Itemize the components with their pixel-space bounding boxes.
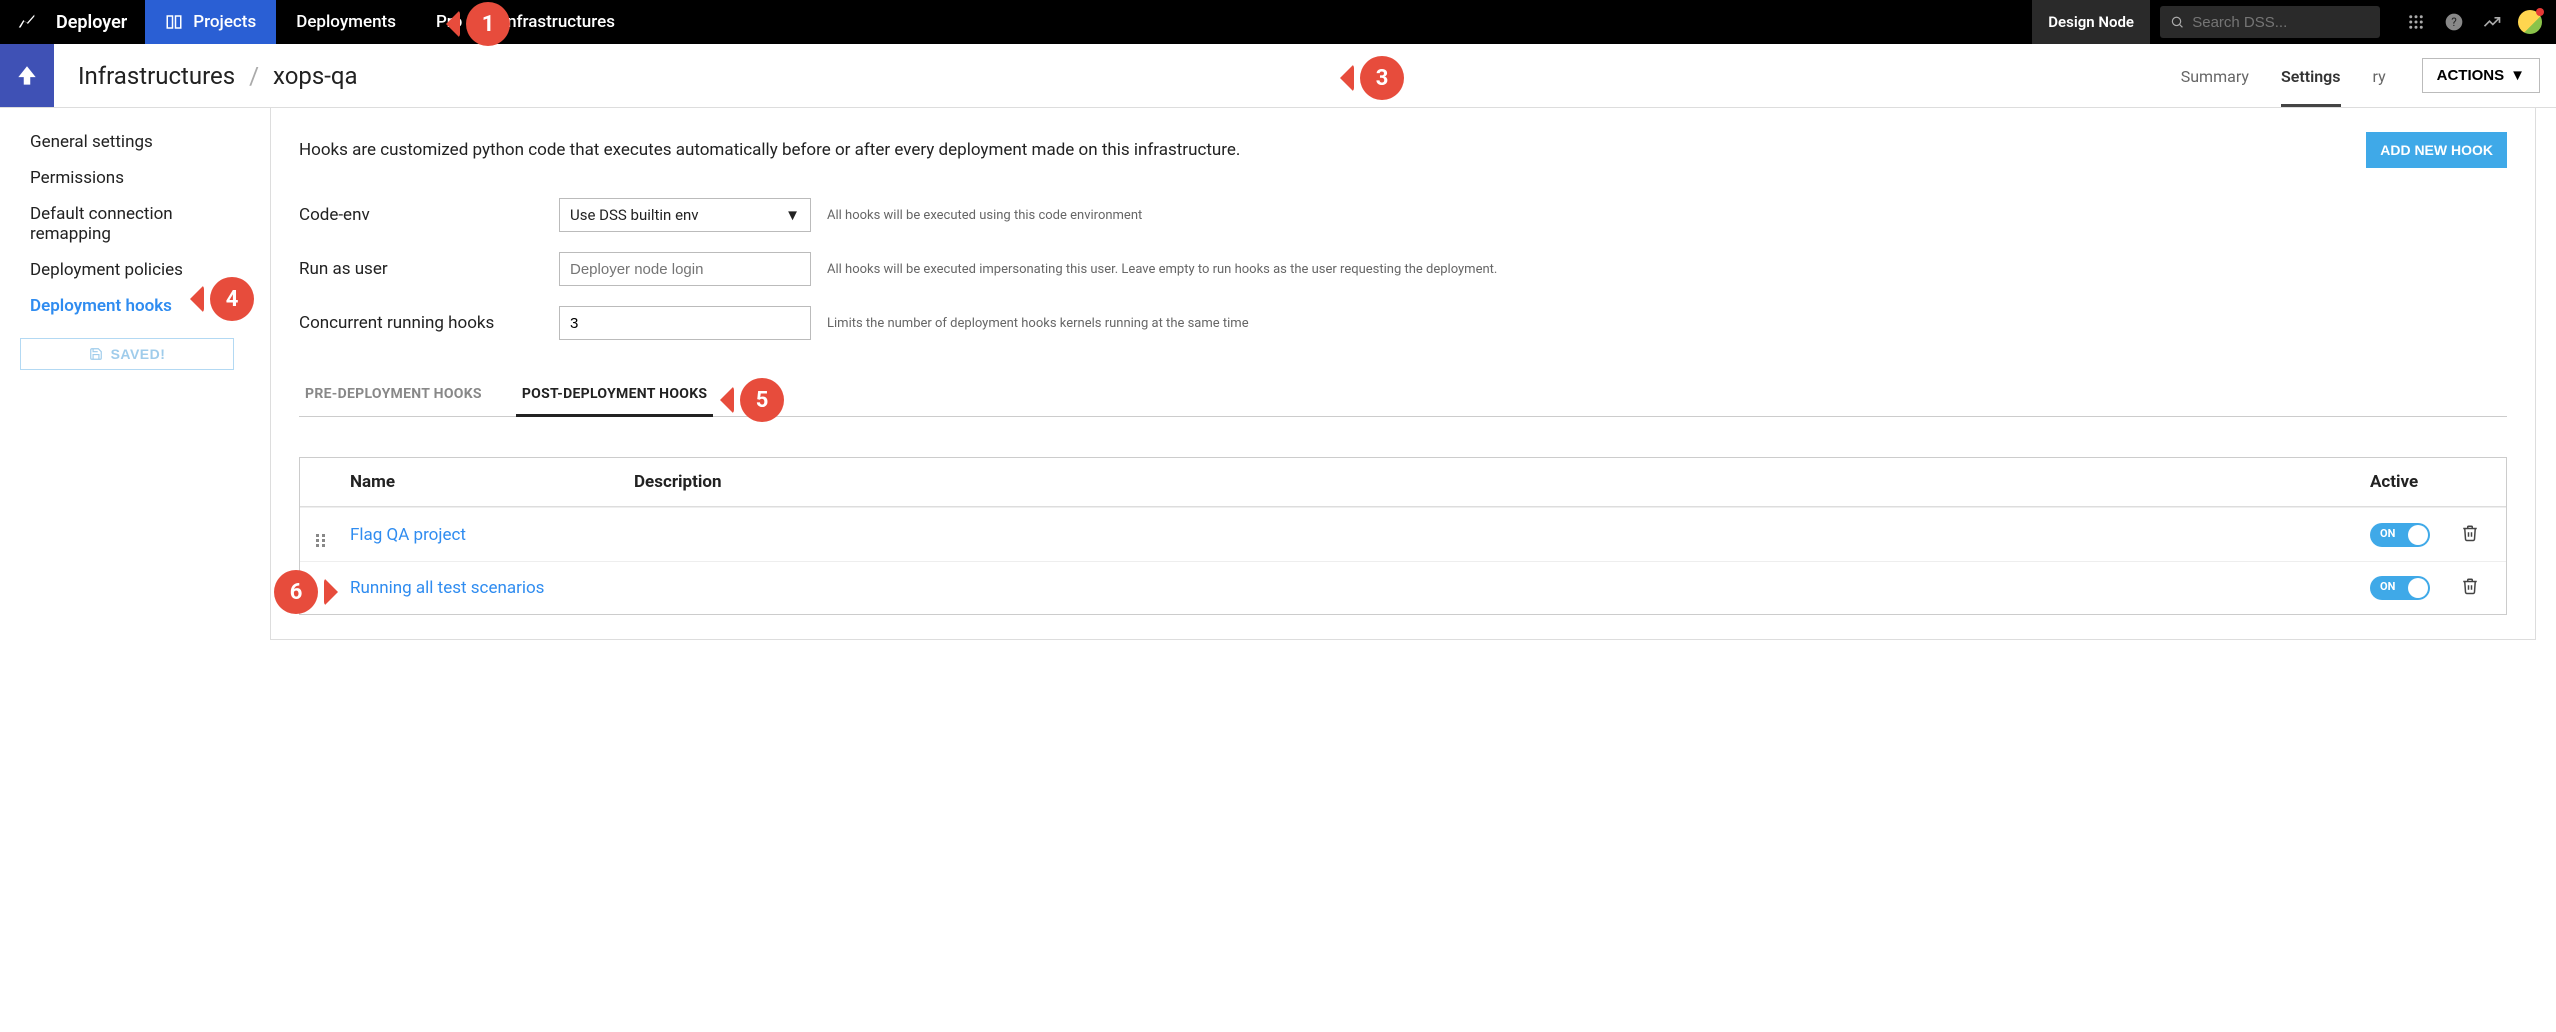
chevron-down-icon: ▼ [785, 206, 800, 224]
nav-projects[interactable]: Projects [145, 0, 276, 44]
search-input[interactable] [2192, 14, 2370, 31]
delete-icon[interactable] [2450, 524, 2490, 546]
topbar: Deployer Projects Deployments Pro Infras… [0, 0, 2556, 44]
nav-deployments[interactable]: Deployments [276, 0, 416, 44]
actions-button-label: ACTIONS [2437, 67, 2505, 84]
help-icon[interactable]: ? [2442, 10, 2466, 34]
sidebar-item-connection-remapping[interactable]: Default connection remapping [20, 196, 260, 252]
tab-post-deployment-hooks[interactable]: POST-DEPLOYMENT HOOKS [516, 374, 713, 417]
apps-icon[interactable] [2404, 10, 2428, 34]
callout-3: 3 [1360, 56, 1404, 100]
save-icon [89, 347, 103, 361]
callout-5: 5 [740, 378, 784, 422]
run-as-label: Run as user [299, 259, 543, 279]
sidebar-item-general[interactable]: General settings [20, 124, 260, 160]
brand[interactable]: Deployer [54, 12, 145, 33]
actions-button[interactable]: ACTIONS ▼ [2422, 58, 2540, 93]
callout-1: 1 [466, 2, 510, 46]
code-env-hint: All hooks will be executed using this co… [827, 208, 1142, 223]
callout-4: 4 [210, 277, 254, 321]
table-row: Running all test scenarios ON [300, 561, 2506, 614]
sidebar: General settings Permissions Default con… [0, 108, 270, 640]
code-env-value: Use DSS builtin env [570, 206, 699, 224]
active-toggle[interactable]: ON [2370, 523, 2430, 547]
svg-text:?: ? [2451, 15, 2457, 29]
concurrent-label: Concurrent running hooks [299, 313, 543, 333]
add-new-hook-button[interactable]: ADD NEW HOOK [2366, 132, 2507, 168]
callout-6: 6 [274, 570, 318, 614]
breadcrumb-item[interactable]: xops-qa [273, 62, 358, 90]
hook-link[interactable]: Running all test scenarios [350, 578, 544, 598]
table-row: Flag QA project ON [300, 507, 2506, 561]
th-name: Name [350, 472, 634, 492]
main-panel: Hooks are customized python code that ex… [270, 108, 2536, 640]
saved-label: SAVED! [111, 346, 166, 362]
sub-tabs: Summary Settings ry [2161, 44, 2406, 107]
sidebar-item-permissions[interactable]: Permissions [20, 160, 260, 196]
toggle-label: ON [2380, 527, 2395, 540]
concurrent-hint: Limits the number of deployment hooks ke… [827, 316, 1249, 331]
active-toggle[interactable]: ON [2370, 576, 2430, 600]
th-description: Description [634, 472, 2370, 492]
tab-history-partial[interactable]: ry [2373, 67, 2386, 107]
topnav: Projects Deployments Pro Infrastructures [145, 0, 635, 44]
code-env-label: Code-env [299, 205, 543, 225]
intro-row: Hooks are customized python code that ex… [299, 132, 2507, 168]
form-row-concurrent: Concurrent running hooks Limits the numb… [299, 296, 2507, 350]
topbar-right: ? [2390, 10, 2556, 34]
activity-icon[interactable] [2480, 10, 2504, 34]
run-as-hint: All hooks will be executed impersonating… [827, 262, 1497, 277]
node-label[interactable]: Design Node [2032, 0, 2150, 44]
breadcrumb-section[interactable]: Infrastructures [78, 62, 235, 90]
delete-icon[interactable] [2450, 577, 2490, 599]
subbar: Infrastructures / xops-qa Summary Settin… [0, 44, 2556, 108]
hook-link[interactable]: Flag QA project [350, 525, 466, 545]
run-as-input[interactable] [559, 252, 811, 286]
drag-handle-icon[interactable] [316, 522, 350, 547]
concurrent-input[interactable] [559, 306, 811, 340]
intro-text: Hooks are customized python code that ex… [299, 140, 1240, 160]
hooks-table: Name Description Active Flag QA project … [299, 457, 2507, 615]
tab-summary[interactable]: Summary [2181, 67, 2249, 107]
tab-settings[interactable]: Settings [2281, 67, 2341, 107]
hook-tabs: PRE-DEPLOYMENT HOOKS POST-DEPLOYMENT HOO… [299, 374, 2507, 417]
nav-infrastructures-label: Infrastructures [502, 12, 615, 32]
code-env-select[interactable]: Use DSS builtin env ▼ [559, 198, 811, 232]
nav-projects-label: Projects [193, 12, 256, 32]
form-row-code-env: Code-env Use DSS builtin env ▼ All hooks… [299, 188, 2507, 242]
avatar[interactable] [2518, 10, 2542, 34]
nav-deployments-label: Deployments [296, 12, 396, 32]
form-row-run-as: Run as user All hooks will be executed i… [299, 242, 2507, 296]
layout: General settings Permissions Default con… [0, 108, 2556, 640]
breadcrumb-separator: / [249, 62, 259, 90]
breadcrumb: Infrastructures / xops-qa [54, 44, 382, 107]
infrastructure-icon[interactable] [0, 44, 54, 107]
chevron-down-icon: ▼ [2510, 67, 2525, 84]
search-box[interactable] [2160, 6, 2380, 38]
search-icon [2170, 14, 2184, 30]
table-header: Name Description Active [300, 458, 2506, 507]
logo-icon[interactable] [0, 11, 54, 33]
saved-button: SAVED! [20, 338, 234, 370]
th-active: Active [2370, 472, 2450, 492]
toggle-label: ON [2380, 580, 2395, 593]
tab-pre-deployment-hooks[interactable]: PRE-DEPLOYMENT HOOKS [299, 374, 488, 417]
